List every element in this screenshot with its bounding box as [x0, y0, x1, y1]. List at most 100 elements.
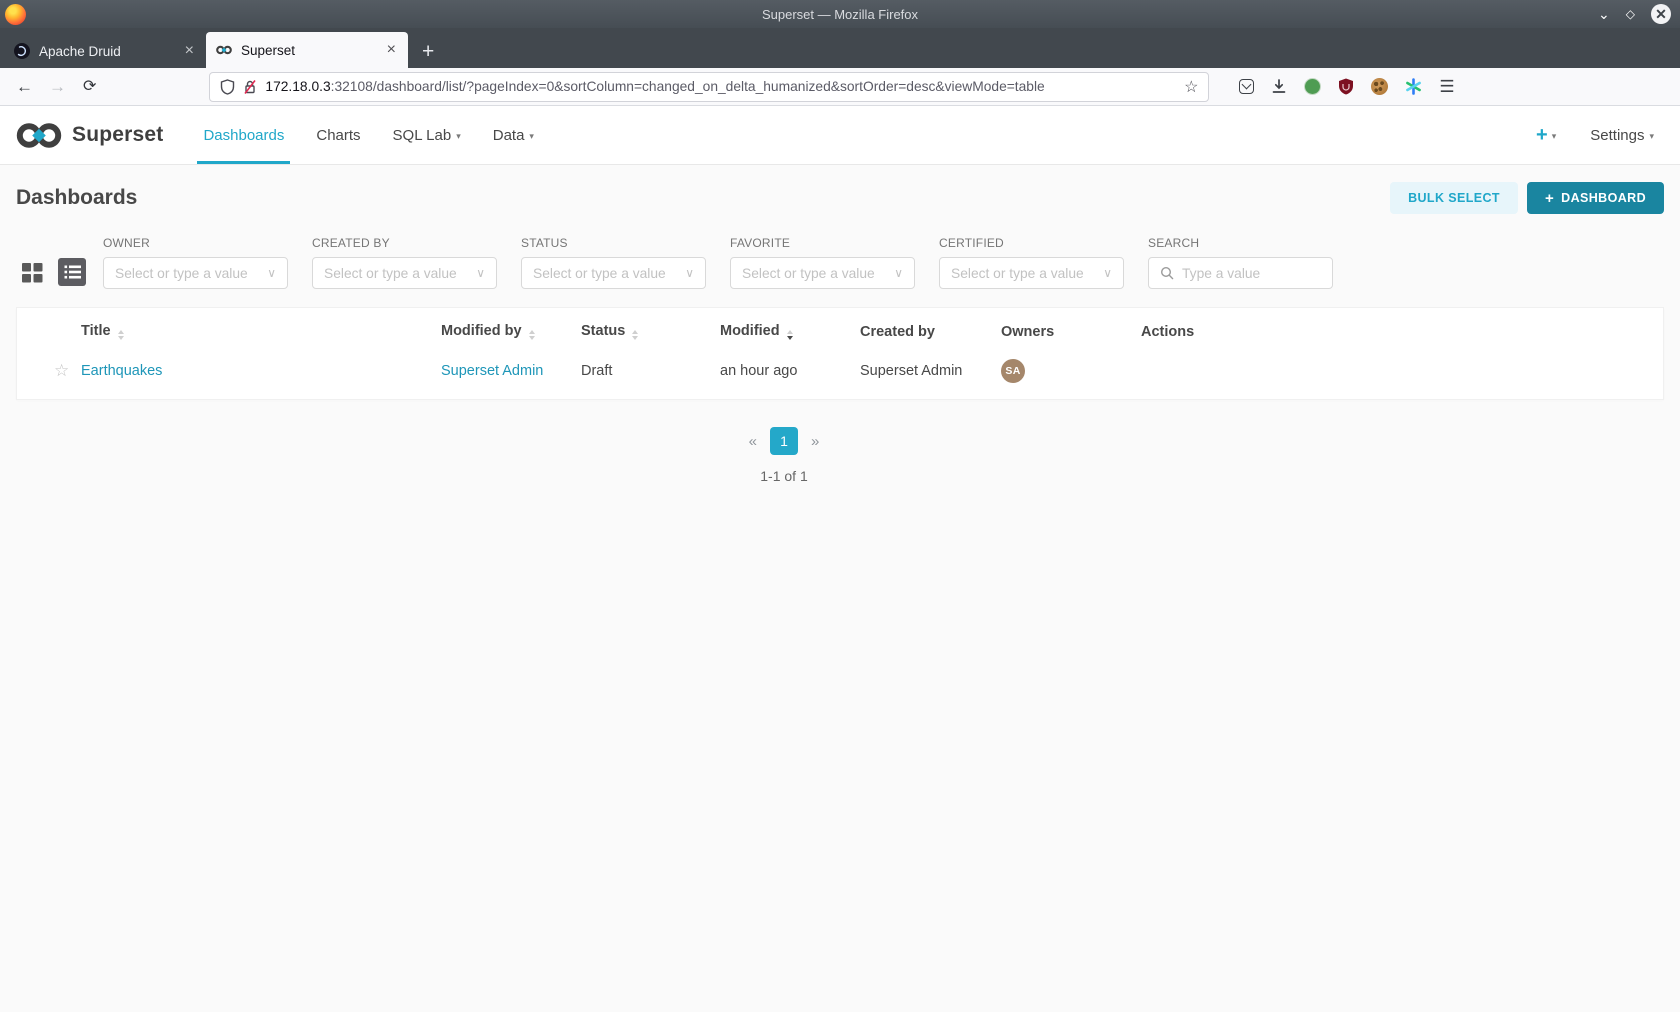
pocket-icon[interactable] — [1239, 79, 1255, 94]
forward-button[interactable]: → — [49, 78, 66, 95]
card-view-icon[interactable] — [20, 260, 45, 285]
select-placeholder: Select or type a value — [742, 265, 875, 281]
nav-item-sql-lab[interactable]: SQL Lab ▾ — [377, 106, 477, 164]
column-label: Modified — [720, 323, 780, 339]
back-button[interactable]: ← — [16, 78, 33, 95]
created-by-select[interactable]: Select or type a value ∨ — [312, 257, 497, 289]
previous-page-button[interactable]: « — [749, 433, 757, 450]
cookie-icon[interactable] — [1371, 78, 1389, 95]
page-title: Dashboards — [16, 186, 138, 209]
select-placeholder: Select or type a value — [115, 265, 248, 281]
nav-item-label: Data — [492, 126, 525, 144]
reload-button[interactable]: ⟳ — [83, 78, 96, 95]
filter-label: FAVORITE — [730, 236, 791, 250]
view-mode-toggles — [20, 258, 86, 286]
window-close-icon[interactable]: ✕ — [1651, 4, 1671, 24]
status-select[interactable]: Select or type a value ∨ — [521, 257, 706, 289]
column-status[interactable]: Status — [581, 308, 720, 351]
plus-icon: + — [1536, 124, 1548, 146]
navbar-right: + ▾ Settings ▾ — [1536, 125, 1664, 145]
favorite-star-icon[interactable]: ☆ — [54, 361, 69, 380]
bulk-select-button[interactable]: BULK SELECT — [1390, 182, 1518, 214]
header-actions: BULK SELECT + DASHBOARD — [1390, 182, 1664, 214]
new-dashboard-label: DASHBOARD — [1561, 191, 1646, 205]
column-modified[interactable]: Modified — [720, 308, 860, 351]
column-label: Title — [81, 323, 111, 339]
owner-select[interactable]: Select or type a value ∨ — [103, 257, 288, 289]
bookmark-star-icon[interactable]: ☆ — [1184, 77, 1198, 97]
filter-owner: OWNER Select or type a value ∨ — [103, 236, 288, 289]
brand-name: Superset — [72, 123, 164, 146]
url-path: :32108/dashboard/list/?pageIndex=0&sortC… — [330, 79, 1045, 94]
page-1-button[interactable]: 1 — [770, 427, 798, 455]
navbar-menu: Dashboards Charts SQL Lab ▾ Data ▾ — [187, 106, 549, 164]
caret-down-icon: ▾ — [529, 130, 534, 141]
menu-hamburger-icon[interactable]: ☰ — [1439, 77, 1454, 97]
downloads-icon[interactable] — [1271, 79, 1287, 94]
extension-asterisk-icon[interactable] — [1405, 78, 1422, 95]
column-label: Status — [581, 323, 626, 339]
druid-favicon-icon — [14, 43, 30, 59]
dashboard-title-link[interactable]: Earthquakes — [81, 363, 162, 379]
sort-icon — [117, 330, 124, 340]
chevron-down-icon: ∨ — [894, 266, 903, 280]
chevron-down-icon: ∨ — [685, 266, 694, 280]
new-dashboard-button[interactable]: + DASHBOARD — [1526, 182, 1664, 214]
owner-avatar: SA — [1001, 359, 1025, 383]
column-title[interactable]: Title — [81, 308, 441, 351]
search-input[interactable] — [1180, 264, 1321, 282]
certified-select[interactable]: Select or type a value ∨ — [939, 257, 1124, 289]
select-placeholder: Select or type a value — [951, 265, 1084, 281]
filter-label: SEARCH — [1148, 236, 1200, 250]
table-header-row: Title Modified by Status Modified Create… — [17, 308, 1663, 351]
tracking-shield-icon[interactable] — [220, 78, 235, 95]
actions-cell — [1141, 351, 1663, 399]
nav-item-label: SQL Lab — [392, 126, 452, 144]
page-header: Dashboards BULK SELECT + DASHBOARD — [0, 165, 1680, 230]
tab-superset[interactable]: Superset × — [206, 32, 408, 68]
filter-label: CERTIFIED — [939, 236, 1004, 250]
search-icon — [1160, 266, 1174, 280]
settings-menu[interactable]: Settings ▾ — [1590, 127, 1654, 144]
column-label: Created by — [860, 323, 935, 340]
browser-toolbar: ← → ⟳ 172.18.0.3:32108/dashboard/list/?p… — [0, 68, 1680, 106]
new-tab-button[interactable]: + — [422, 41, 434, 62]
modified-by-link[interactable]: Superset Admin — [441, 363, 543, 379]
settings-label: Settings — [1590, 126, 1645, 144]
nav-item-charts[interactable]: Charts — [300, 106, 376, 164]
dashboards-table-card: Title Modified by Status Modified Create… — [16, 307, 1664, 400]
tab-apache-druid[interactable]: Apache Druid × — [4, 34, 206, 68]
tab-close-icon[interactable]: × — [385, 41, 398, 59]
next-page-button[interactable]: » — [811, 433, 819, 450]
window-minimize-icon[interactable]: ⌄ — [1598, 7, 1610, 21]
ublock-shield-icon[interactable] — [1338, 78, 1354, 95]
column-label: Modified by — [441, 323, 522, 339]
new-item-menu[interactable]: + ▾ — [1536, 125, 1556, 145]
tab-close-icon[interactable]: × — [183, 42, 196, 60]
superset-favicon-icon — [216, 45, 232, 55]
column-modified-by[interactable]: Modified by — [441, 308, 581, 351]
window-maximize-icon[interactable]: ◇ — [1626, 8, 1635, 20]
filter-favorite: FAVORITE Select or type a value ∨ — [730, 236, 915, 289]
superset-infinity-icon — [16, 122, 62, 148]
tab-label: Apache Druid — [39, 43, 121, 59]
filter-label: OWNER — [103, 236, 150, 250]
pagination-summary: 1-1 of 1 — [760, 468, 808, 484]
sort-icon — [632, 330, 639, 340]
list-view-icon[interactable] — [58, 258, 86, 286]
filter-search: SEARCH — [1148, 236, 1333, 289]
toolbar-extensions — [1239, 78, 1422, 95]
extension-green-icon[interactable] — [1304, 78, 1322, 95]
search-box[interactable] — [1148, 257, 1333, 289]
insecure-lock-icon[interactable] — [243, 79, 257, 95]
column-actions: Actions — [1141, 308, 1663, 351]
nav-item-dashboards[interactable]: Dashboards — [187, 106, 300, 164]
favorite-select[interactable]: Select or type a value ∨ — [730, 257, 915, 289]
superset-logo[interactable]: Superset — [16, 122, 163, 149]
superset-navbar: Superset Dashboards Charts SQL Lab ▾ Dat… — [0, 106, 1680, 165]
sort-desc-icon — [786, 330, 793, 340]
url-text: 172.18.0.3:32108/dashboard/list/?pageInd… — [265, 79, 1176, 94]
url-bar[interactable]: 172.18.0.3:32108/dashboard/list/?pageInd… — [209, 71, 1210, 102]
nav-item-data[interactable]: Data ▾ — [477, 106, 550, 164]
pagination: « 1 » 1-1 of 1 — [0, 427, 1568, 484]
